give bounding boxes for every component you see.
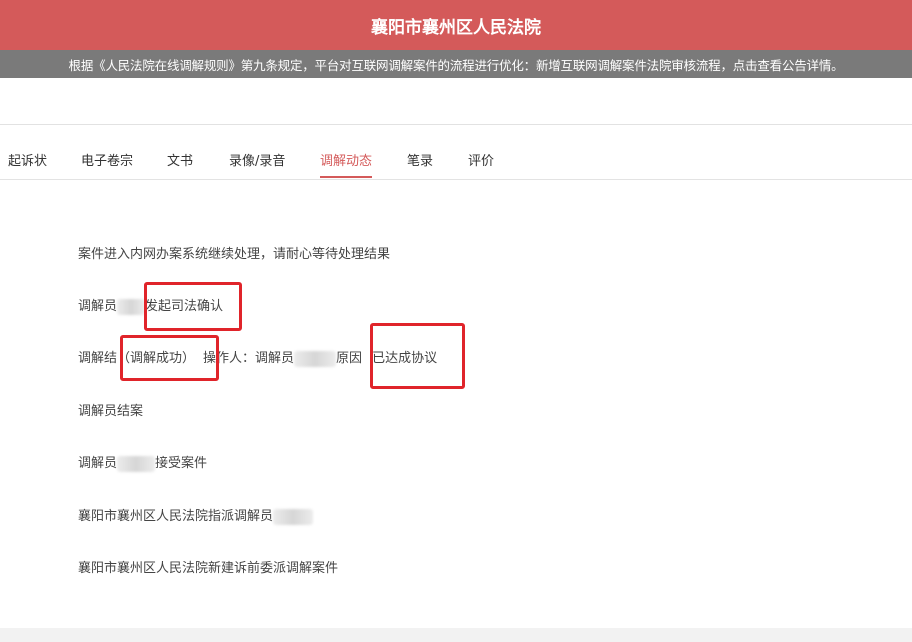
notice-text[interactable]: 根据《人民法院在线调解规则》第九条规定，平台对互联网调解案件的流程进行优化：新增…: [69, 55, 844, 74]
redacted-name: [117, 455, 156, 472]
redacted-name: [273, 508, 314, 525]
redacted-name: [294, 350, 337, 367]
timeline-entry: 襄阳市襄州区人民法院新建诉前委派调解案件: [78, 557, 338, 576]
timeline-entry: 调解员结案: [78, 400, 143, 419]
notice-bar[interactable]: 根据《人民法院在线调解规则》第九条规定，平台对互联网调解案件的流程进行优化：新增…: [0, 50, 912, 78]
entry-text: 接受案件: [155, 456, 208, 471]
agreement-reason: 已达成协议: [372, 351, 438, 366]
timeline-entry: 调解员 发起司法确认: [78, 295, 223, 315]
timeline-entry: 案件进入内网办案系统继续处理，请耐心等待处理结果: [78, 243, 390, 262]
entry-text: 调解员: [78, 299, 118, 314]
tab-e-dossier[interactable]: 电子卷宗: [81, 145, 133, 178]
footer-strip: [0, 628, 912, 642]
mediation-result: （调解成功）: [117, 351, 196, 366]
tab-documents[interactable]: 文书: [167, 145, 193, 178]
entry-text: 原因: [336, 351, 363, 366]
entry-text: 案件进入内网办案系统继续处理，请耐心等待处理结果: [78, 247, 391, 262]
redacted-name: [117, 298, 146, 315]
entry-text: 襄阳市襄州区人民法院新建诉前委派调解案件: [78, 561, 339, 576]
tab-bar: 起诉状 电子卷宗 文书 录像/录音 调解动态 笔录 评价: [0, 145, 912, 180]
entry-text: 调解结: [78, 351, 118, 366]
timeline-entry: 襄阳市襄州区人民法院指派调解员: [78, 505, 314, 525]
app-header: 襄阳市襄州区人民法院: [0, 0, 912, 50]
entry-text: 发起司法确认: [145, 299, 224, 314]
tab-recordings[interactable]: 录像/录音: [229, 145, 285, 178]
entry-text: 操作人：调解员: [203, 351, 295, 366]
tab-transcripts[interactable]: 笔录: [407, 145, 433, 178]
tab-complaint[interactable]: 起诉状: [8, 145, 47, 178]
entry-text: 调解员: [78, 456, 118, 471]
court-title: 襄阳市襄州区人民法院: [371, 17, 541, 38]
divider: [0, 124, 912, 125]
timeline-entry: 调解员 接受案件: [78, 452, 207, 472]
timeline-entry: 调解结（调解成功） 操作人：调解员 原因 已达成协议: [78, 347, 437, 367]
tab-mediation-updates[interactable]: 调解动态: [320, 145, 373, 178]
entry-text: 襄阳市襄州区人民法院指派调解员: [78, 509, 274, 524]
entry-text: 调解员结案: [78, 404, 144, 419]
tab-evaluation[interactable]: 评价: [468, 145, 494, 178]
